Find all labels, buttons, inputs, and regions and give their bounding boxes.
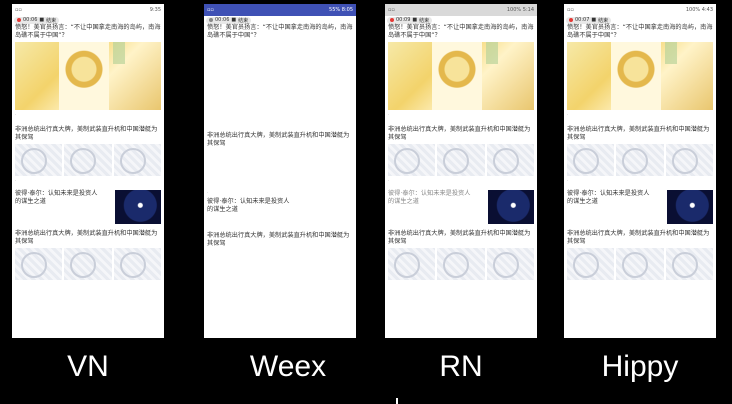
thumb-image[interactable] <box>64 248 112 280</box>
article-row[interactable]: 彼得·泰尔：认知未来是投资人的谋生之道 <box>15 190 161 224</box>
article-side-image <box>667 190 713 224</box>
article-title[interactable]: 愤怒！美官员扬言：“不让中国拿走南海的岛屿，南海岛礁不属于中国”？ <box>207 24 353 40</box>
thumb-image[interactable] <box>567 144 615 176</box>
article-title[interactable]: 非洲总统出行真大牌，美制武装直升机和中国潜艇为其保驾 <box>388 126 534 142</box>
notification-icon: ▫▫ <box>567 7 574 13</box>
notification-icon: ▫▫ <box>15 7 22 13</box>
thumb-image[interactable] <box>486 144 534 176</box>
thumb-row <box>388 144 534 176</box>
thumb-image[interactable] <box>113 144 161 176</box>
record-pill[interactable]: 00:06 ■ 结束 <box>14 16 60 24</box>
status-bar: ▫▫ 100% 4:43 <box>564 4 716 16</box>
record-bar: 00:07 ■ 结束 <box>564 16 716 24</box>
record-bar: 00:09 ■ 结束 <box>385 16 537 24</box>
thumb-image[interactable] <box>15 248 63 280</box>
status-bar: ▫▫ 55% 8:05 <box>204 4 356 16</box>
record-bar: 00:06 ■ 结束 <box>204 16 356 24</box>
record-pill[interactable]: 00:06 ■ 结束 <box>206 16 252 24</box>
thumb-image[interactable] <box>665 248 713 280</box>
article-title[interactable]: 非洲总统出行真大牌，美制武装直升机和中国潜艇为其保驾 <box>15 230 161 246</box>
record-icon <box>390 18 394 22</box>
article-title[interactable]: 非洲总统出行真大牌，美制武装直升机和中国潜艇为其保驾 <box>15 126 161 142</box>
status-time: 9:35 <box>149 7 161 13</box>
article-title[interactable]: 彼得·泰尔：认知未来是投资人的谋生之道 <box>207 198 295 214</box>
thumb-image[interactable] <box>616 248 664 280</box>
article-title[interactable]: 非洲总统出行真大牌，美制武装直升机和中国潜艇为其保驾 <box>567 126 713 142</box>
article-meta: · <box>15 112 17 117</box>
stop-icon: ■ <box>231 17 237 23</box>
thumb-row <box>388 248 534 280</box>
article-meta: · <box>15 178 17 183</box>
article-meta: · <box>207 190 209 195</box>
article-title: 彼得·泰尔：认知未来是投资人的谋生之道 <box>15 190 98 205</box>
record-pill[interactable]: 00:09 ■ 结束 <box>387 16 433 24</box>
article-title[interactable]: 非洲总统出行真大牌，美制武装直升机和中国潜艇为其保驾 <box>388 230 534 246</box>
phone-weex: ▫▫ 55% 8:05 00:06 ■ 结束 愤怒！美官员扬言：“不让中国拿走南… <box>204 4 356 338</box>
battery-level: 55% <box>329 7 341 13</box>
article-title[interactable]: 非洲总统出行真大牌，美制武装直升机和中国潜艇为其保驾 <box>567 230 713 246</box>
article-hero-image[interactable] <box>388 42 534 110</box>
article-title[interactable]: 愤怒！美官员扬言：“不让中国拿走南海的岛屿，南海岛礁不属于中国”？ <box>15 24 161 40</box>
status-time: 5:14 <box>522 7 534 13</box>
thumb-image[interactable] <box>616 144 664 176</box>
article-title[interactable]: 非洲总统出行真大牌，美制武装直升机和中国潜艇为其保驾 <box>207 132 353 148</box>
article-title: 彼得·泰尔：认知未来是投资人的谋生之道 <box>567 190 650 205</box>
article-meta: · <box>567 178 569 183</box>
caption-hippy: Hippy <box>601 350 679 383</box>
stop-icon: ■ <box>412 17 418 23</box>
thumb-image[interactable] <box>567 248 615 280</box>
stop-icon: ■ <box>39 17 45 23</box>
thumb-image[interactable] <box>665 144 713 176</box>
thumb-row <box>567 144 713 176</box>
battery-level: 100% <box>685 7 701 13</box>
article-title[interactable]: 非洲总统出行真大牌，美制武装直升机和中国潜艇为其保驾 <box>207 232 353 248</box>
thumb-image[interactable] <box>64 144 112 176</box>
status-time: 8:05 <box>341 7 353 13</box>
battery-level: 100% <box>506 7 522 13</box>
article-side-image <box>488 190 534 224</box>
article-hero-image[interactable] <box>567 42 713 110</box>
progress-marker <box>396 398 398 404</box>
caption-weex: Weex <box>249 350 327 383</box>
record-icon <box>17 18 21 22</box>
article-row[interactable]: 彼得·泰尔：认知未来是投资人的谋生之道 <box>388 190 534 224</box>
record-icon <box>569 18 573 22</box>
thumb-row <box>15 144 161 176</box>
article-meta: · <box>388 112 390 117</box>
article-meta: · <box>388 178 390 183</box>
thumb-image[interactable] <box>437 248 485 280</box>
caption-vn: VN <box>67 350 109 383</box>
article-title: 彼得·泰尔：认知未来是投资人的谋生之道 <box>388 190 471 205</box>
phone-hippy: ▫▫ 100% 4:43 00:07 ■ 结束 愤怒！美官员扬言：“不让中国拿走… <box>564 4 716 338</box>
status-bar: ▫▫ 9:35 <box>12 4 164 16</box>
article-row[interactable]: 彼得·泰尔：认知未来是投资人的谋生之道 <box>567 190 713 224</box>
article-title[interactable]: 愤怒！美官员扬言：“不让中国拿走南海的岛屿，南海岛礁不属于中国”？ <box>567 24 713 40</box>
record-bar: 00:06 ■ 结束 <box>12 16 164 24</box>
status-time: 4:43 <box>701 7 713 13</box>
record-pill[interactable]: 00:07 ■ 结束 <box>566 16 612 24</box>
thumb-image[interactable] <box>113 248 161 280</box>
thumb-row <box>567 248 713 280</box>
article-meta: · <box>567 112 569 117</box>
notification-icon: ▫▫ <box>388 7 395 13</box>
thumb-image[interactable] <box>437 144 485 176</box>
notification-icon: ▫▫ <box>207 7 214 13</box>
stop-icon: ■ <box>591 17 597 23</box>
thumb-image[interactable] <box>388 248 436 280</box>
record-icon <box>209 18 213 22</box>
thumb-image[interactable] <box>486 248 534 280</box>
caption-rn: RN <box>439 350 483 383</box>
article-title[interactable]: 愤怒！美官员扬言：“不让中国拿走南海的岛屿，南海岛礁不属于中国”？ <box>388 24 534 40</box>
thumb-row <box>15 248 161 280</box>
status-bar: ▫▫ 100% 5:14 <box>385 4 537 16</box>
phone-rn: ▫▫ 100% 5:14 00:09 ■ 结束 愤怒！美官员扬言：“不让中国拿走… <box>385 4 537 338</box>
article-hero-image[interactable] <box>15 42 161 110</box>
article-side-image <box>115 190 161 224</box>
thumb-image[interactable] <box>388 144 436 176</box>
phone-vn: ▫▫ 9:35 00:06 ■ 结束 愤怒！美官员扬言：“不让中国拿走南海的岛屿… <box>12 4 164 338</box>
thumb-image[interactable] <box>15 144 63 176</box>
